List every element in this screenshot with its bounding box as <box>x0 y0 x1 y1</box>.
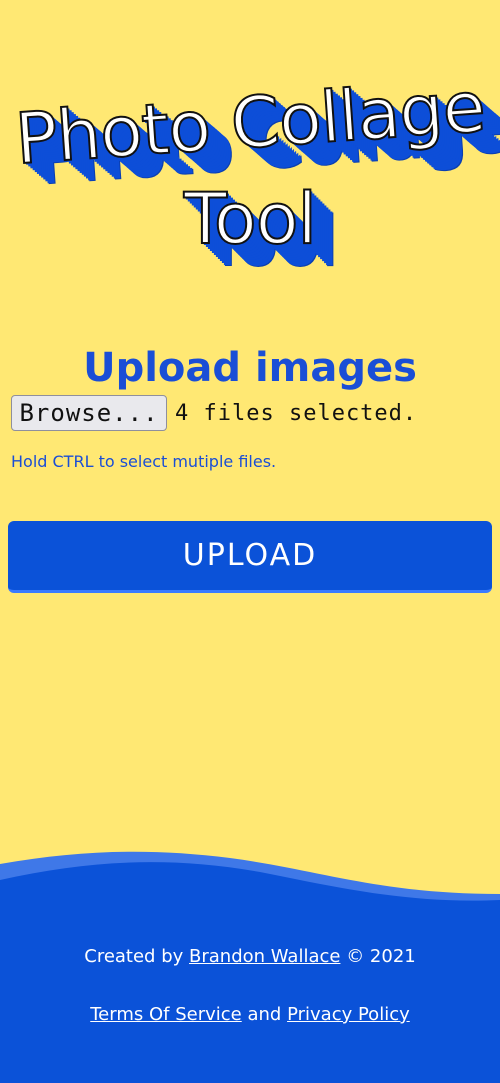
files-selected-status: 4 files selected. <box>175 400 418 426</box>
upload-button[interactable]: UPLOAD <box>8 521 492 593</box>
author-link[interactable]: Brandon Wallace <box>189 946 340 967</box>
created-by-text: Created by <box>84 946 184 967</box>
title-line-1: Photo Collage <box>12 65 489 182</box>
and-text: and <box>247 1004 282 1025</box>
copyright-text: © 2021 <box>346 946 416 967</box>
privacy-link[interactable]: Privacy Policy <box>287 1004 410 1025</box>
upload-heading: Upload images <box>83 345 417 392</box>
footer-credit: Created by Brandon Wallace © 2021 <box>0 946 500 967</box>
browse-button[interactable]: Browse... <box>11 395 167 431</box>
footer-legal: Terms Of Service and Privacy Policy <box>0 1004 500 1025</box>
terms-link[interactable]: Terms Of Service <box>90 1004 241 1025</box>
multi-select-hint: Hold CTRL to select mutiple files. <box>11 452 277 471</box>
title-line-2: Tool <box>183 177 318 261</box>
app-title: Photo Collage Tool <box>0 65 500 267</box>
file-input[interactable]: Browse... 4 files selected. <box>11 395 417 431</box>
